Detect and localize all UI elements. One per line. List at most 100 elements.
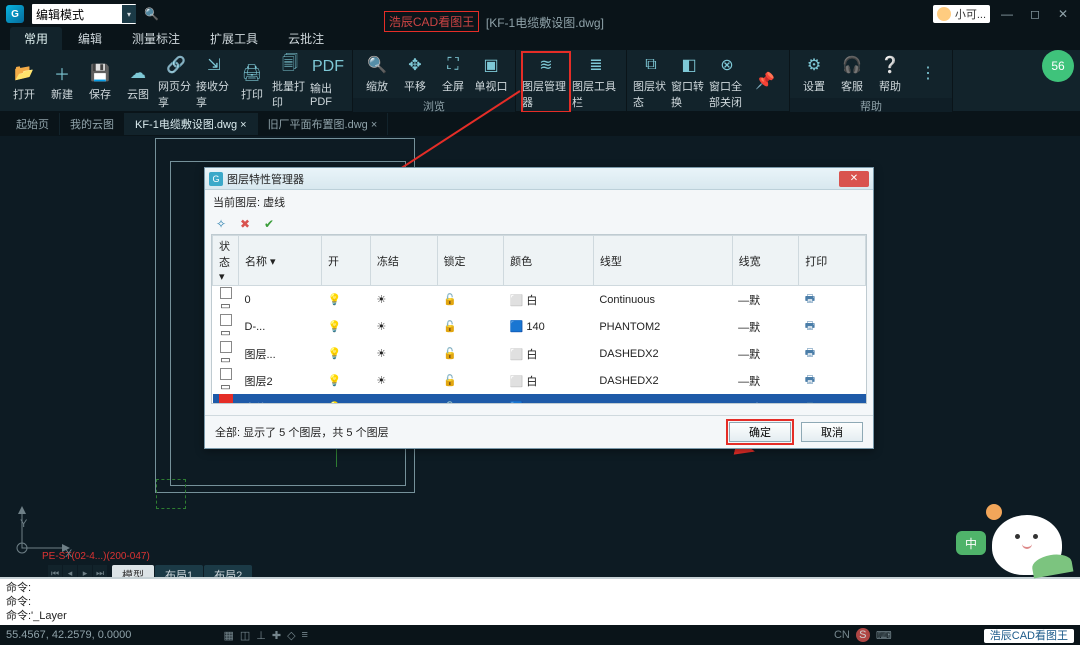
minimize-button[interactable]: —: [996, 5, 1018, 23]
ribbon-label: 批量打印: [272, 78, 308, 110]
menu-tab[interactable]: 测量标注: [118, 27, 194, 50]
user-chip[interactable]: 小可...: [933, 5, 990, 23]
col-header[interactable]: 冻结: [370, 236, 437, 286]
cell: ▭: [213, 394, 239, 404]
dialog-titlebar[interactable]: G图层特性管理器 ✕: [205, 168, 873, 190]
ribbon-label: 窗口全部关闭: [709, 78, 745, 110]
ribbon-label: 设置: [803, 78, 825, 94]
ribbon-fullscreen-button[interactable]: ⛶全屏: [435, 52, 471, 96]
notification-badge[interactable]: 56: [1042, 50, 1074, 82]
col-header[interactable]: 线宽: [732, 236, 799, 286]
dialog-close-button[interactable]: ✕: [839, 171, 869, 187]
cell: 0: [239, 286, 322, 314]
ribbon-layermgr-button[interactable]: ≋图层管理器: [522, 52, 570, 112]
grid-toggle[interactable]: ◫: [240, 629, 250, 642]
ribbon-open-button[interactable]: 📂打开: [6, 60, 42, 104]
col-header[interactable]: 开: [321, 236, 370, 286]
doc-tab[interactable]: 旧厂平面布置图.dwg ×: [258, 113, 389, 135]
close-button[interactable]: ✕: [1052, 5, 1074, 23]
layer-row[interactable]: ▭图层2💡☀🔓⬜ 白DASHEDX2—默🖶: [213, 367, 866, 394]
ribbon-layerstate-button[interactable]: ⧉图层状态: [633, 52, 669, 112]
mode-dropdown[interactable]: ▾: [32, 4, 136, 24]
layer-row[interactable]: ▭D-...💡☀🔓🟦 140PHANTOM2—默🖶: [213, 313, 866, 340]
command-line[interactable]: 命令: 命令: 命令:'_Layer: [0, 577, 1080, 625]
layer-row[interactable]: ▭图层...💡☀🔓⬜ 白DASHEDX2—默🖶: [213, 340, 866, 367]
col-header[interactable]: 状态 ▾: [213, 236, 239, 286]
ime-s-icon[interactable]: S: [856, 628, 870, 642]
doc-tab[interactable]: 起始页: [6, 113, 60, 135]
ime-kb-icon[interactable]: ⌨: [876, 629, 892, 642]
ribbon-settings-button[interactable]: ⚙设置: [796, 52, 832, 96]
ortho-toggle[interactable]: ⊥: [256, 629, 266, 642]
ribbon-more-button[interactable]: ⋮: [910, 60, 946, 88]
ribbon-closeall-button[interactable]: ⊗窗口全部关闭: [709, 52, 745, 112]
layer-grid[interactable]: 状态 ▾名称 ▾开冻结锁定颜色线型线宽打印 ▭0💡☀🔓⬜ 白Continuous…: [211, 234, 867, 404]
col-header[interactable]: 线型: [593, 236, 732, 286]
ribbon-new-button[interactable]: ＋新建: [44, 60, 80, 104]
cell: ▭: [213, 313, 239, 340]
closeall-icon: ⊗: [715, 54, 739, 76]
cell: ☀: [370, 286, 437, 314]
open-icon: 📂: [12, 62, 36, 84]
ribbon-zoom-button[interactable]: 🔍缩放: [359, 52, 395, 96]
mode-input[interactable]: [32, 5, 122, 23]
ribbon-winswitch-button[interactable]: ◧窗口转换: [671, 52, 707, 112]
ribbon-webshare-button[interactable]: 🔗网页分享: [158, 52, 194, 112]
cancel-button[interactable]: 取消: [801, 422, 863, 442]
pin-icon: 📌: [753, 70, 777, 92]
ribbon-single-button[interactable]: ▣单视口: [473, 52, 509, 96]
maximize-button[interactable]: ◻: [1024, 5, 1046, 23]
dialog-icon: G: [209, 172, 223, 186]
ribbon-label: 平移: [404, 78, 426, 94]
ribbon-cloud-button[interactable]: ☁云图: [120, 60, 156, 104]
lineweight-toggle[interactable]: ≡: [302, 629, 308, 641]
app-title: 浩辰CAD看图王: [384, 11, 479, 32]
document-tabs: 起始页我的云图KF-1电缆敷设图.dwg ×旧厂平面布置图.dwg ×: [0, 112, 1080, 136]
ribbon-pin-button[interactable]: 📌: [747, 68, 783, 96]
cell: —默: [732, 394, 799, 404]
ime-cn-icon[interactable]: CN: [834, 629, 850, 641]
col-header[interactable]: 打印: [799, 236, 866, 286]
ribbon-help-button[interactable]: ❔帮助: [872, 52, 908, 96]
chevron-down-icon[interactable]: ▾: [122, 5, 136, 23]
cell: 🔓: [437, 367, 504, 394]
polar-toggle[interactable]: ✚: [272, 629, 281, 642]
layer-row[interactable]: ▭虚线💡☀🔓🟦 140DASHED2—默🖶: [213, 394, 866, 404]
menu-tab[interactable]: 扩展工具: [196, 27, 272, 50]
coords-readout: 55.4567, 42.2579, 0.0000: [6, 629, 131, 641]
ribbon-print-button[interactable]: 🖨打印: [234, 60, 270, 104]
layer-row[interactable]: ▭0💡☀🔓⬜ 白Continuous—默🖶: [213, 286, 866, 314]
ribbon-label: 图层状态: [633, 78, 669, 110]
ribbon-recvshare-button[interactable]: ⇲接收分享: [196, 52, 232, 112]
cell: 🔓: [437, 286, 504, 314]
ribbon-layertoolbar-button[interactable]: ≣图层工具栏: [572, 52, 620, 112]
menu-tab[interactable]: 云批注: [274, 27, 338, 50]
snap-toggle[interactable]: ▦: [223, 629, 233, 642]
ribbon-label: 单视口: [475, 78, 508, 94]
set-current-icon[interactable]: ✔: [261, 216, 277, 232]
ribbon-label: 输出PDF: [310, 80, 346, 108]
doc-tab[interactable]: KF-1电缆敷设图.dwg ×: [125, 113, 258, 135]
ribbon-pdf-button[interactable]: PDF输出PDF: [310, 54, 346, 110]
osnap-toggle[interactable]: ◇: [287, 629, 295, 642]
ribbon-batchprint-button[interactable]: 🗐批量打印: [272, 52, 308, 112]
ok-button[interactable]: 确定: [729, 422, 791, 442]
new-layer-icon[interactable]: ✧: [213, 216, 229, 232]
ribbon-save-button[interactable]: 💾保存: [82, 60, 118, 104]
cell: ⬜ 白: [504, 367, 594, 394]
zoom-icon: 🔍: [365, 54, 389, 76]
col-header[interactable]: 锁定: [437, 236, 504, 286]
doc-tab[interactable]: 我的云图: [60, 113, 125, 135]
mascot[interactable]: 中: [932, 495, 1072, 575]
col-header[interactable]: 名称 ▾: [239, 236, 322, 286]
menu-tab[interactable]: 编辑: [64, 27, 116, 50]
webshare-icon: 🔗: [164, 54, 188, 76]
ribbon-label: 保存: [89, 86, 111, 102]
col-header[interactable]: 颜色: [504, 236, 594, 286]
ribbon-service-button[interactable]: 🎧客服: [834, 52, 870, 96]
delete-layer-icon[interactable]: ✖: [237, 216, 253, 232]
menu-tab[interactable]: 常用: [10, 27, 62, 50]
brand-label: 浩辰CAD看图王: [984, 629, 1074, 643]
quick-search-icon[interactable]: 🔍: [144, 7, 159, 21]
ribbon-pan-button[interactable]: ✥平移: [397, 52, 433, 96]
